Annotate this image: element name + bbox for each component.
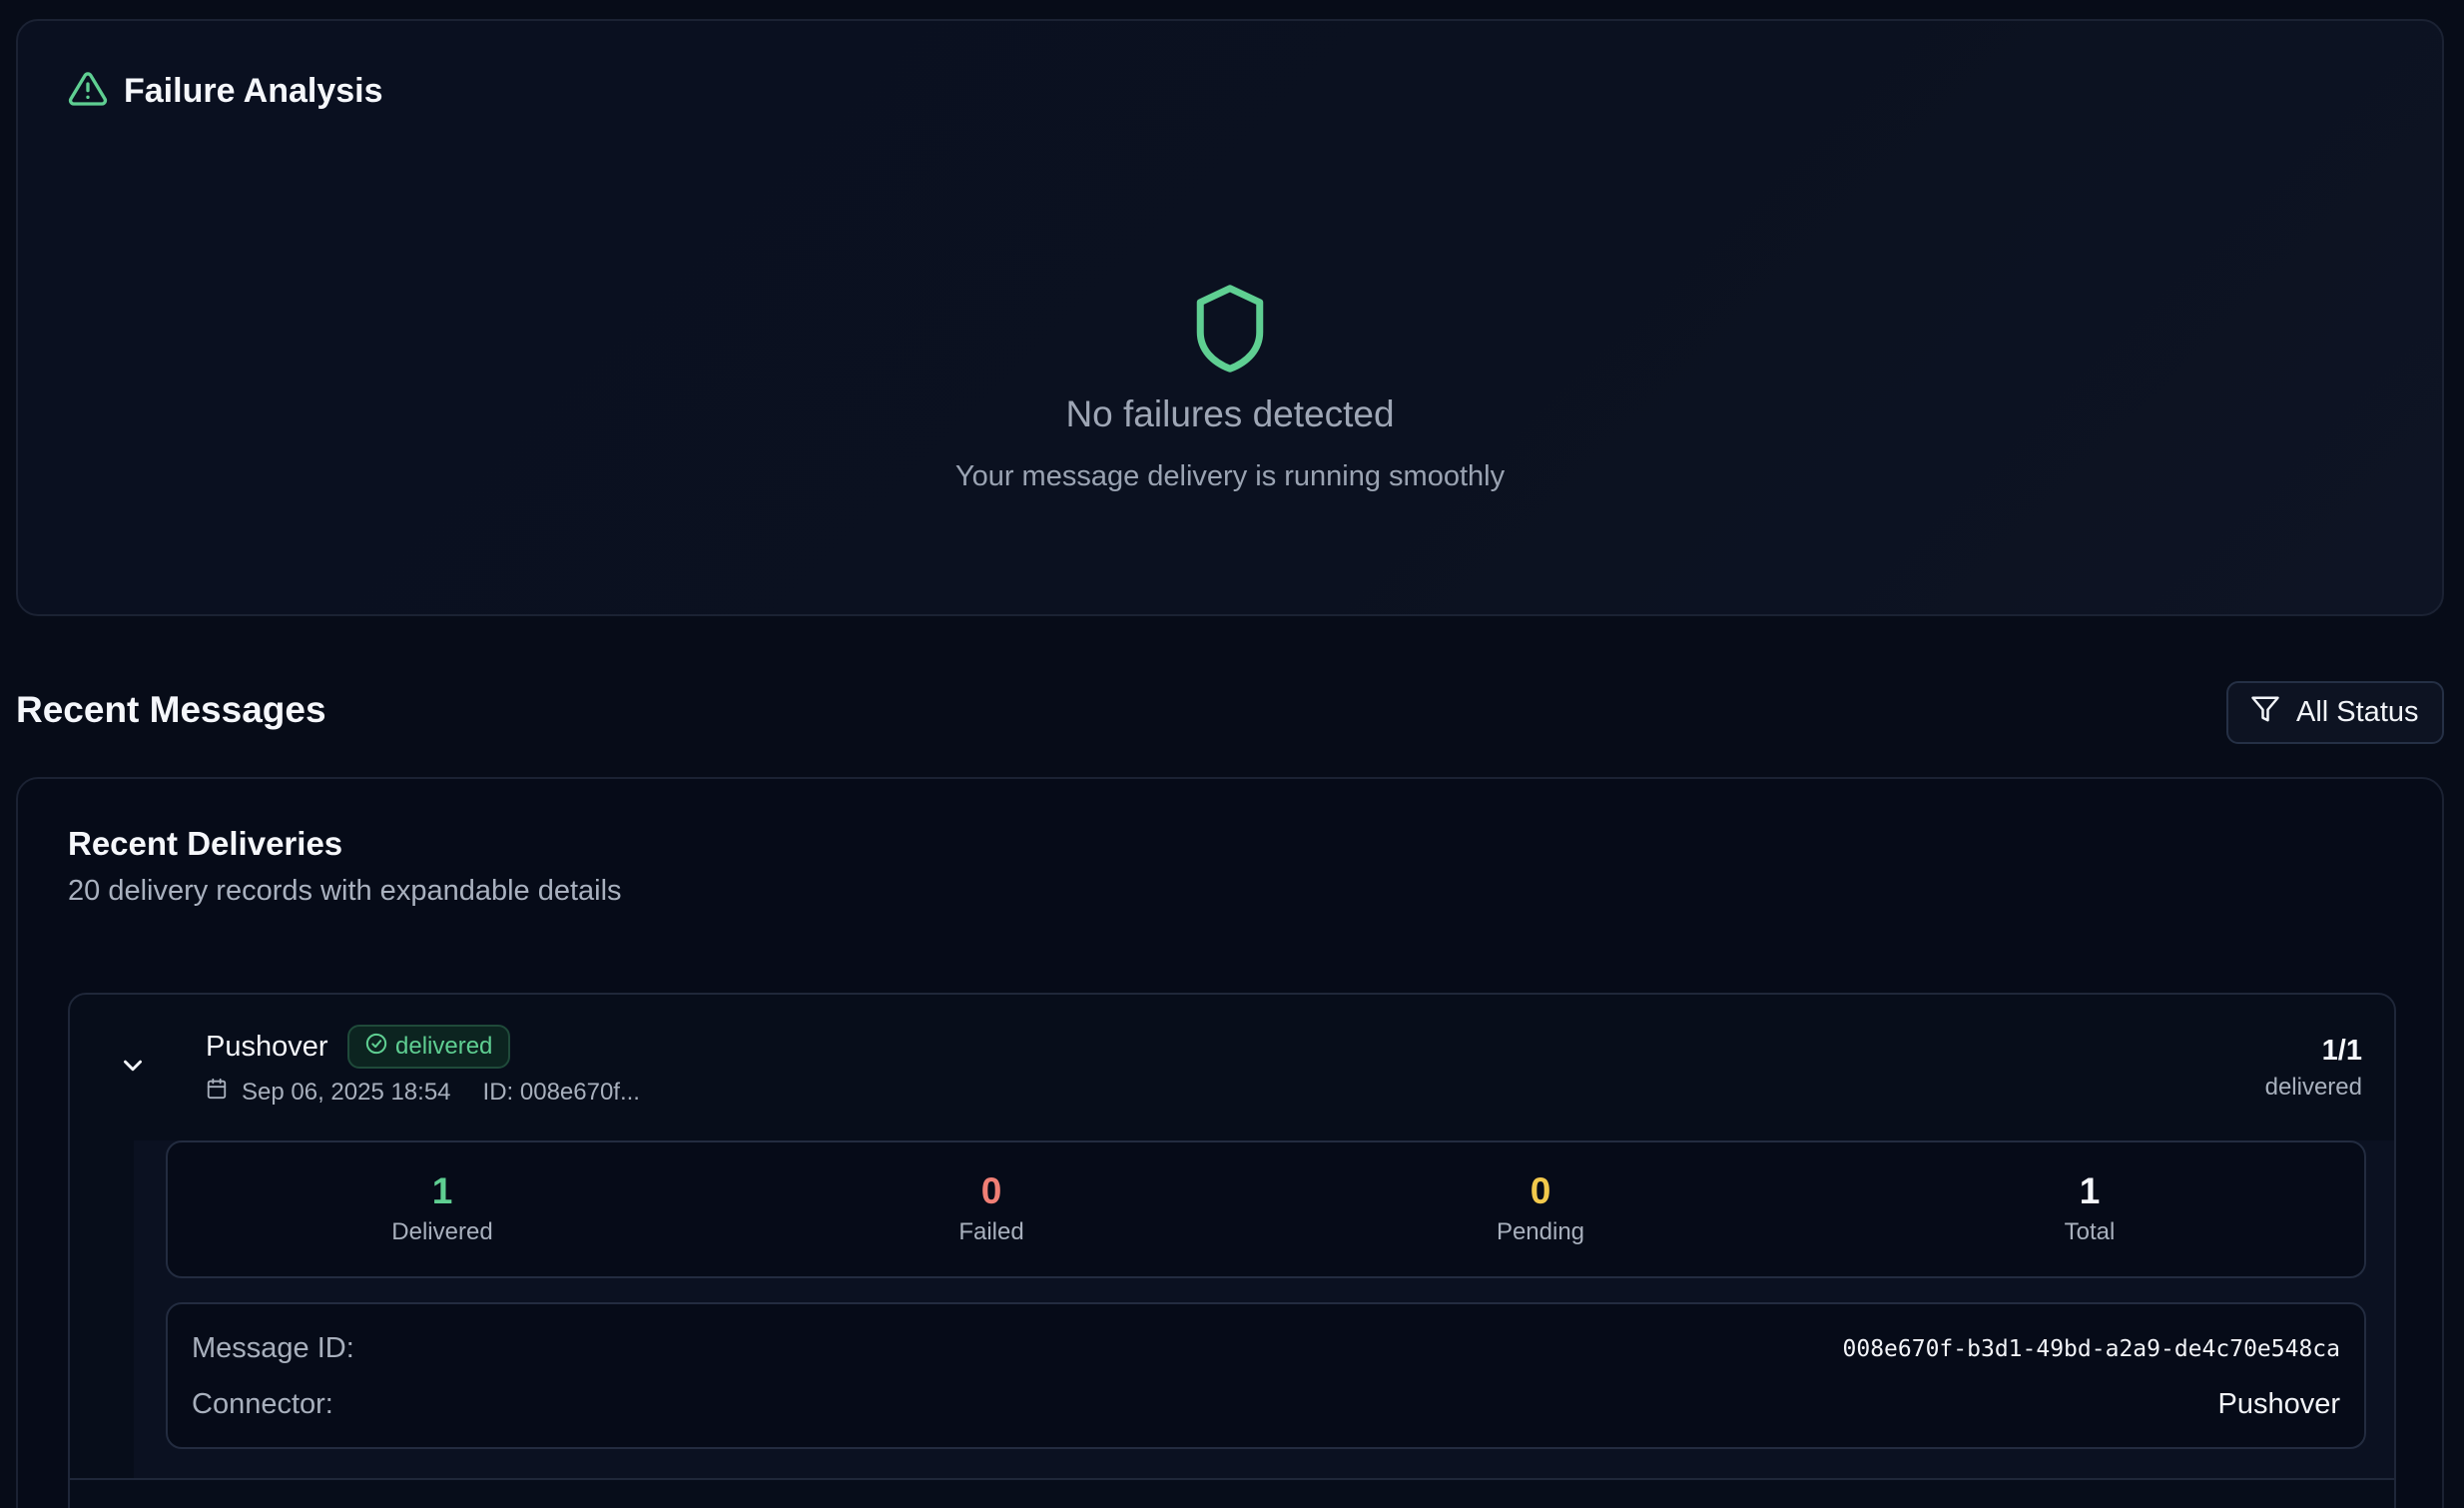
- failure-analysis-header: Failure Analysis: [68, 69, 383, 114]
- connector-label: Connector:: [192, 1388, 333, 1420]
- no-failures-state: No failures detected Your message delive…: [18, 283, 2442, 493]
- recent-deliveries-card: Recent Deliveries 20 delivery records wi…: [16, 777, 2444, 1508]
- delivery-dashboard: Failure Analysis No failures detected Yo…: [0, 0, 2464, 1508]
- recent-deliveries-subtitle: 20 delivery records with expandable deta…: [68, 875, 622, 907]
- status-badge: delivered: [347, 1025, 511, 1069]
- delivery-details-panel: 1 Delivered 0 Failed 0 Pending 1 Total M…: [134, 1140, 2394, 1480]
- status-filter-button[interactable]: All Status: [2226, 681, 2444, 744]
- stat-failed-value: 0: [980, 1170, 1002, 1211]
- stat-failed: 0 Failed: [717, 1142, 1266, 1276]
- connector-row: Connector: Pushover: [192, 1388, 2340, 1421]
- message-id-label: Message ID:: [192, 1332, 354, 1364]
- stat-pending-value: 0: [1530, 1170, 1551, 1211]
- stat-failed-label: Failed: [958, 1218, 1024, 1245]
- delivery-info: Message ID: 008e670f-b3d1-49bd-a2a9-de4c…: [166, 1302, 2366, 1449]
- failure-analysis-title: Failure Analysis: [124, 72, 383, 110]
- message-id-short: ID: 008e670f...: [482, 1078, 640, 1106]
- stat-total: 1 Total: [1815, 1142, 2364, 1276]
- status-badge-label: delivered: [395, 1033, 493, 1060]
- stat-delivered: 1 Delivered: [168, 1142, 717, 1276]
- delivery-record[interactable]: Pushover delivered Sep 06, 2025 18:54 ID…: [68, 993, 2396, 1508]
- delivery-count-label: delivered: [2264, 1074, 2362, 1101]
- filter-icon: [2250, 694, 2280, 732]
- delivery-meta: Sep 06, 2025 18:54 ID: 008e670f...: [206, 1078, 640, 1107]
- stat-delivered-label: Delivered: [391, 1218, 493, 1245]
- recent-messages-title: Recent Messages: [16, 689, 326, 730]
- failure-analysis-card: Failure Analysis No failures detected Yo…: [16, 19, 2444, 616]
- calendar-icon: [206, 1078, 228, 1107]
- connector-name: Pushover: [206, 1031, 328, 1063]
- stat-pending-label: Pending: [1496, 1218, 1585, 1245]
- message-id-row: Message ID: 008e670f-b3d1-49bd-a2a9-de4c…: [192, 1332, 2340, 1365]
- delivery-count: 1/1: [2321, 1035, 2362, 1067]
- chevron-down-icon[interactable]: [118, 1051, 148, 1081]
- stat-pending: 0 Pending: [1266, 1142, 1815, 1276]
- message-id-value: 008e670f-b3d1-49bd-a2a9-de4c70e548ca: [1842, 1335, 2341, 1362]
- connector-value: Pushover: [2217, 1388, 2340, 1420]
- stat-total-label: Total: [2064, 1218, 2116, 1245]
- stat-delivered-value: 1: [431, 1170, 453, 1211]
- alert-triangle-icon: [68, 69, 108, 114]
- empty-state-title: No failures detected: [1065, 393, 1395, 434]
- check-circle-icon: [365, 1033, 387, 1062]
- divider: [70, 1478, 2394, 1480]
- delivery-stats: 1 Delivered 0 Failed 0 Pending 1 Total: [166, 1140, 2366, 1278]
- delivery-timestamp: Sep 06, 2025 18:54: [242, 1078, 451, 1106]
- empty-state-subtitle: Your message delivery is running smoothl…: [954, 460, 1506, 492]
- status-filter-label: All Status: [2296, 696, 2419, 728]
- recent-deliveries-title: Recent Deliveries: [68, 825, 343, 862]
- shield-icon: [1188, 283, 1272, 375]
- stat-total-value: 1: [2079, 1170, 2101, 1211]
